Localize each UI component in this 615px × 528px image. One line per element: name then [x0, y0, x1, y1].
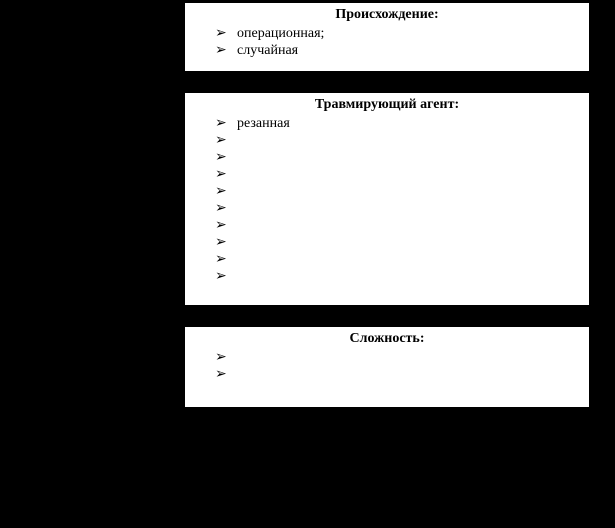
box-agent: Травмирующий агент: резанная — [184, 92, 590, 306]
list-item: резанная — [215, 115, 579, 132]
list-item-label: резанная — [237, 116, 290, 131]
box-agent-list: резанная — [195, 115, 579, 285]
list-item — [215, 149, 579, 166]
diagram-canvas: Происхождение: операционная; случайная Т… — [0, 0, 615, 528]
box-origin: Происхождение: операционная; случайная — [184, 2, 590, 72]
list-item-label: случайная — [237, 43, 298, 58]
box-complexity: Сложность: — [184, 326, 590, 408]
list-item — [215, 366, 579, 383]
list-item: случайная — [215, 42, 579, 59]
list-item — [215, 217, 579, 234]
list-item — [215, 251, 579, 268]
box-origin-title: Происхождение: — [195, 7, 579, 23]
list-item — [215, 349, 579, 366]
box-origin-list: операционная; случайная — [195, 25, 579, 59]
list-item — [215, 268, 579, 285]
list-item-label: операционная; — [237, 26, 324, 41]
list-item — [215, 132, 579, 149]
box-complexity-title: Сложность: — [195, 331, 579, 347]
list-item — [215, 166, 579, 183]
list-item — [215, 234, 579, 251]
list-item — [215, 183, 579, 200]
box-agent-title: Травмирующий агент: — [195, 97, 579, 113]
box-complexity-list — [195, 349, 579, 383]
list-item: операционная; — [215, 25, 579, 42]
list-item — [215, 200, 579, 217]
